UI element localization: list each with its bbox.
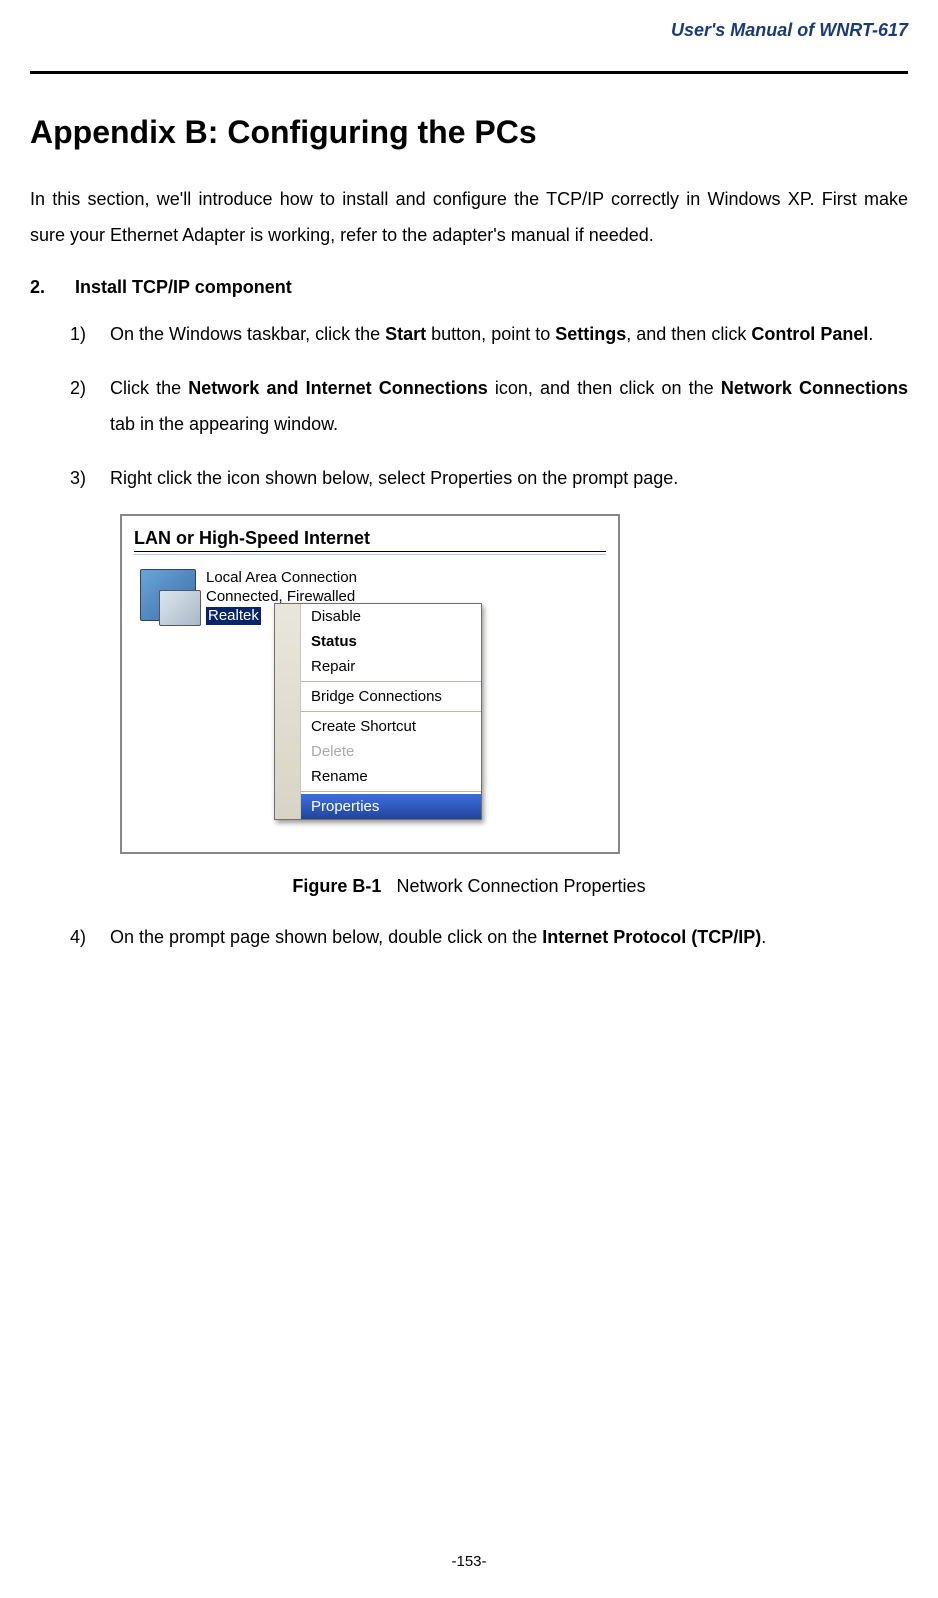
xp-panel: LAN or High-Speed Internet Local Area Co… — [120, 514, 620, 854]
figure-caption-text: Network Connection Properties — [396, 876, 645, 896]
step-3: 3) Right click the icon shown below, sel… — [70, 460, 908, 496]
step-4: 4) On the prompt page shown below, doubl… — [70, 919, 908, 955]
network-connection-icon — [140, 569, 196, 621]
step-1: 1) On the Windows taskbar, click the Sta… — [70, 316, 908, 352]
section-heading: 2. Install TCP/IP component — [30, 277, 908, 298]
xp-group-rule-2 — [134, 554, 606, 555]
section-number: 2. — [30, 277, 70, 298]
steps-list: 1) On the Windows taskbar, click the Sta… — [30, 316, 908, 496]
steps-list-continued: 4) On the prompt page shown below, doubl… — [30, 919, 908, 955]
connection-name: Local Area Connection — [206, 569, 357, 588]
step-marker: 4) — [70, 919, 86, 955]
menu-item-create-shortcut[interactable]: Create Shortcut — [301, 714, 481, 739]
context-menu-items: Disable Status Repair Bridge Connections… — [301, 604, 481, 819]
intro-paragraph: In this section, we'll introduce how to … — [30, 181, 908, 253]
bold-start: Start — [385, 324, 426, 344]
context-menu-separator — [301, 791, 481, 792]
step-text: tab in the appearing window. — [110, 414, 338, 434]
context-menu-separator — [301, 711, 481, 712]
bold-settings: Settings — [555, 324, 626, 344]
figure-label: Figure B-1 — [292, 876, 381, 896]
menu-item-repair[interactable]: Repair — [301, 654, 481, 679]
context-menu-separator — [301, 681, 481, 682]
context-menu-gutter — [275, 604, 301, 819]
section-title: Install TCP/IP component — [75, 277, 292, 297]
xp-group-title: LAN or High-Speed Internet — [130, 526, 610, 551]
menu-item-status[interactable]: Status — [301, 629, 481, 654]
menu-item-properties[interactable]: Properties — [301, 794, 481, 819]
step-text: Click the — [110, 378, 188, 398]
step-marker: 3) — [70, 460, 86, 496]
context-menu: Disable Status Repair Bridge Connections… — [274, 603, 482, 820]
figure-caption: Figure B-1 Network Connection Properties — [30, 876, 908, 897]
step-text: Right click the icon shown below, select… — [110, 468, 678, 488]
header-rule — [30, 71, 908, 74]
page-title: Appendix B: Configuring the PCs — [30, 114, 908, 151]
step-text: On the prompt page shown below, double c… — [110, 927, 542, 947]
step-text: . — [761, 927, 766, 947]
menu-item-disable[interactable]: Disable — [301, 604, 481, 629]
step-marker: 2) — [70, 370, 86, 406]
menu-item-rename[interactable]: Rename — [301, 764, 481, 789]
step-text: On the Windows taskbar, click the — [110, 324, 385, 344]
bold-network-connections: Network Connections — [721, 378, 908, 398]
step-marker: 1) — [70, 316, 86, 352]
doc-header: User's Manual of WNRT-617 — [30, 20, 908, 41]
bold-network-internet: Network and Internet Connections — [188, 378, 487, 398]
connection-adapter: Realtek — [206, 607, 261, 626]
bold-tcpip: Internet Protocol (TCP/IP) — [542, 927, 761, 947]
step-2: 2) Click the Network and Internet Connec… — [70, 370, 908, 442]
step-text: . — [868, 324, 873, 344]
page-number: -153- — [0, 1553, 938, 1570]
figure-b1: LAN or High-Speed Internet Local Area Co… — [120, 514, 908, 854]
menu-item-delete: Delete — [301, 739, 481, 764]
menu-item-bridge[interactable]: Bridge Connections — [301, 684, 481, 709]
step-text: , and then click — [626, 324, 751, 344]
bold-control-panel: Control Panel — [751, 324, 868, 344]
step-text: icon, and then click on the — [488, 378, 721, 398]
step-text: button, point to — [426, 324, 555, 344]
xp-group-rule — [134, 551, 606, 552]
